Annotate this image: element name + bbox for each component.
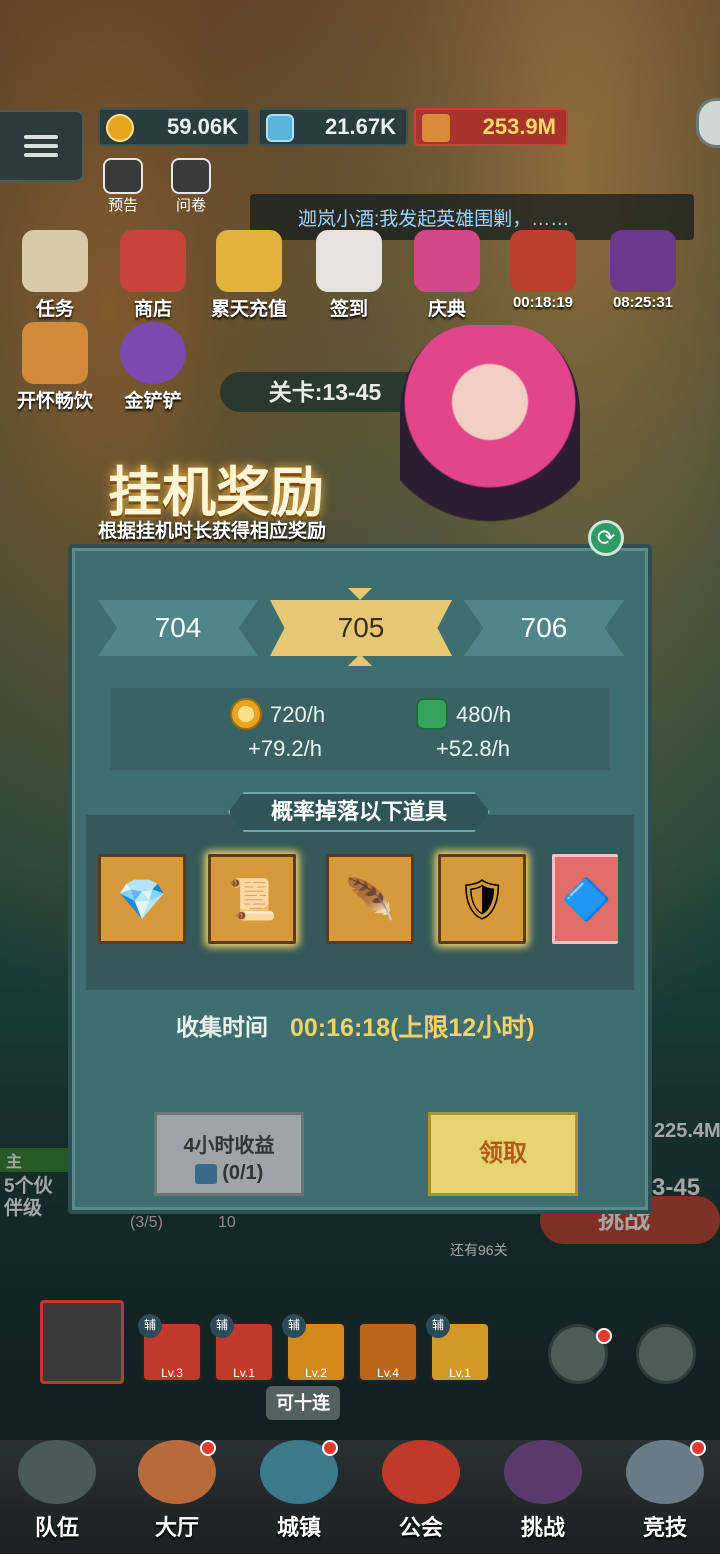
side-panel-toggle[interactable]: [696, 98, 720, 148]
skill-slot-1[interactable]: 辅 Lv.3: [138, 1314, 202, 1382]
level-marker-top-icon: [348, 588, 372, 600]
guild-shield-icon: [382, 1440, 460, 1504]
menu-button[interactable]: [0, 110, 84, 182]
level-current: 705: [270, 600, 452, 656]
chat-bubble-icon: [610, 230, 676, 292]
skill-slot-4[interactable]: Lv.4: [358, 1322, 418, 1382]
nav-lobby[interactable]: 大厅: [122, 1440, 232, 1542]
item-feather-quill-icon[interactable]: 🪶: [326, 854, 414, 944]
gem-bonus: +52.8/h: [436, 736, 511, 761]
gem-rate: 480/h: [456, 702, 512, 727]
gold-coin-icon: [106, 114, 134, 142]
calendar-icon: [316, 230, 382, 292]
gold-counter: 59.06K: [98, 108, 250, 146]
gem-counter: 21.67K: [258, 108, 408, 146]
gold-rate: 720/h: [270, 702, 326, 727]
notification-dot: [596, 1328, 612, 1344]
task-button[interactable]: 任务: [12, 230, 98, 321]
barrel-icon: [22, 322, 88, 384]
wizard-hat-icon: [18, 1440, 96, 1504]
gem-plus-icon[interactable]: [266, 114, 294, 142]
gift-event-button[interactable]: 08:25:31: [600, 230, 686, 311]
preview-button[interactable]: 预告: [100, 158, 146, 215]
nav-guild[interactable]: 公会: [366, 1440, 476, 1542]
survey-icon: [171, 158, 211, 194]
chest-event-button[interactable]: 00:18:19: [500, 230, 586, 311]
item-blue-crystal-icon[interactable]: 🔷: [552, 854, 618, 944]
nav-town-dot: [322, 1440, 338, 1456]
video-clapper-icon: [194, 1163, 217, 1184]
skill-slot-2[interactable]: 辅 Lv.1: [210, 1314, 274, 1382]
gold-coin-icon: [230, 698, 262, 735]
survey-button[interactable]: 问卷: [168, 158, 214, 215]
level-next[interactable]: 706: [464, 600, 624, 656]
collect-time-label: 收集时间: [176, 1014, 268, 1040]
level-marker-bottom-icon: [348, 654, 372, 666]
swords-icon: [422, 114, 450, 142]
nav-arena[interactable]: 竞技: [610, 1440, 720, 1542]
character-illustration: [400, 325, 580, 545]
celebration-icon: [414, 230, 480, 292]
rate-panel: [110, 688, 610, 770]
afk-reward-subtitle: 根据挂机时长获得相应奖励: [98, 521, 327, 542]
golden-shovel-button[interactable]: 金铲铲: [110, 322, 196, 413]
collect-time-value: 00:16:18(上限12小时): [290, 1014, 535, 1042]
ten-pull-badge: 可十连: [266, 1386, 340, 1420]
green-gem-icon: [416, 698, 448, 735]
item-scroll-icon[interactable]: 📜: [208, 854, 296, 944]
skill-slot-5[interactable]: 辅 Lv.1: [426, 1314, 490, 1382]
stage-indicator: 关卡:13-45: [220, 372, 430, 412]
nav-lobby-dot: [200, 1440, 216, 1456]
gift-box-icon: [216, 230, 282, 292]
celebration-button[interactable]: 庆典: [404, 230, 490, 321]
checkin-button[interactable]: 签到: [306, 230, 392, 321]
book-icon: [103, 158, 143, 194]
crown-icon[interactable]: [636, 1324, 696, 1384]
nav-challenge[interactable]: 挑战: [488, 1440, 598, 1542]
level-prev[interactable]: 704: [98, 600, 258, 656]
skill-slot-3[interactable]: 辅 Lv.2: [282, 1314, 346, 1382]
shovel-icon: [120, 322, 186, 384]
quest-book-icon: [22, 230, 88, 292]
drink-event-button[interactable]: 开怀畅饮: [8, 322, 102, 413]
treasure-chest-icon: [510, 230, 576, 292]
drop-title: 概率掉落以下道具: [228, 792, 490, 832]
hero-portrait[interactable]: [40, 1300, 124, 1384]
item-shield-badge-icon[interactable]: 🛡: [438, 854, 526, 944]
refresh-icon[interactable]: ⟳: [588, 520, 624, 556]
gold-bonus: +79.2/h: [248, 736, 323, 761]
nav-town[interactable]: 城镇: [244, 1440, 354, 1542]
nav-team[interactable]: 队伍: [2, 1440, 112, 1542]
shop-button[interactable]: 商店: [110, 230, 196, 321]
four-hour-reward-button[interactable]: 4小时收益 (0/1): [154, 1112, 304, 1196]
claim-button[interactable]: 领取: [428, 1112, 578, 1196]
recharge-button[interactable]: 累天充值: [206, 230, 292, 321]
nav-arena-dot: [690, 1440, 706, 1456]
demon-skull-icon: [504, 1440, 582, 1504]
power-counter: 253.9M: [414, 108, 568, 146]
hamburger-icon: [24, 130, 58, 162]
item-gem-crystal-icon[interactable]: 💎: [98, 854, 186, 944]
shop-stall-icon: [120, 230, 186, 292]
